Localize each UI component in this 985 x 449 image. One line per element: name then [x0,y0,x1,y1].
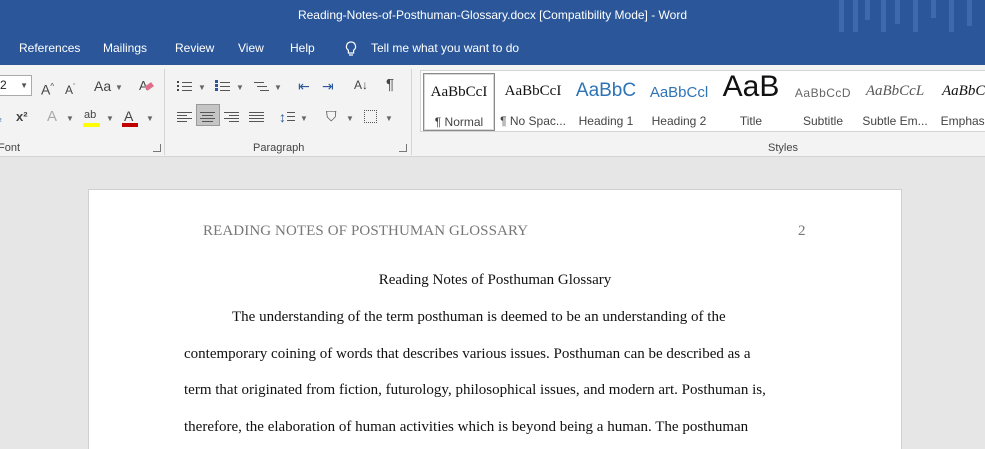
tab-mailings[interactable]: Mailings [103,41,147,55]
font-dialog-launcher[interactable] [153,144,161,152]
style-label: Subtle Em... [862,114,928,128]
document-area: READING NOTES OF POSTHUMAN GLOSSARY 2 Re… [0,157,985,449]
chevron-down-icon: ▼ [300,114,308,123]
font-size-select[interactable]: 2 ▼ [0,75,32,96]
chevron-down-icon: ▼ [115,83,123,92]
ribbon: 2 ▼ A^ Aˇ Aa ▼ A ₂ x² A ▼ ab ▼ A ▼ Font … [0,65,985,157]
sort-icon[interactable]: A↓ [354,77,368,93]
show-formatting-icon[interactable]: ¶ [386,77,394,93]
chevron-down-icon: ▼ [66,114,74,123]
paragraph-dialog-launcher[interactable] [399,144,407,152]
chevron-down-icon: ▼ [236,83,244,92]
style-label: Heading 1 [578,114,634,128]
document-page[interactable]: READING NOTES OF POSTHUMAN GLOSSARY 2 Re… [88,189,902,449]
text-effects-icon[interactable]: A [47,109,57,125]
style-preview: AaBbCc [942,83,985,99]
borders-icon[interactable] [364,110,377,123]
font-size-value: 2 [0,78,7,92]
style-preview: AaBbCcL [865,83,925,99]
tab-help[interactable]: Help [290,41,315,55]
shrink-font-icon[interactable]: Aˇ [65,80,75,98]
page-number: 2 [798,223,806,239]
title-bar: Reading-Notes-of-Posthuman-Glossary.docx… [0,0,985,32]
chevron-down-icon: ▼ [106,114,114,123]
clear-formatting-icon[interactable]: A [138,77,154,93]
group-separator [164,69,165,155]
grow-font-icon[interactable]: A^ [41,79,54,98]
group-separator [411,69,412,155]
paragraph-group-label: Paragraph [253,142,305,154]
line-spacing-icon[interactable]: ↕ [279,109,286,125]
style-preview: AaBbCcl [649,84,709,101]
body-line: The understanding of the term posthuman … [232,309,726,325]
style-normal[interactable]: AaBbCcI ¶ Normal [423,73,495,131]
bullets-icon[interactable] [177,80,192,92]
chevron-down-icon: ▼ [20,81,28,90]
style-preview: AaBbCcI [504,83,562,99]
shading-icon[interactable]: ⛉ [326,108,337,124]
style-label: Subtitle [802,114,844,128]
chevron-down-icon: ▼ [385,114,393,123]
tab-view[interactable]: View [238,41,264,55]
highlight-icon[interactable]: ab [84,107,96,123]
style-label: Title [739,114,763,128]
style-emphasis[interactable]: AaBbCc Emphasis [931,73,985,131]
style-subtle-emphasis[interactable]: AaBbCcL Subtle Em... [859,73,931,131]
superscript-icon[interactable]: x² [16,109,28,125]
style-label: Heading 2 [651,114,707,128]
style-preview: AaBbC [575,80,637,101]
chevron-down-icon: ▼ [274,83,282,92]
font-color-bar [122,123,138,127]
lightbulb-icon [345,41,357,56]
chevron-down-icon: ▼ [146,114,154,123]
font-group-label: Font [0,142,21,154]
style-label: ¶ No Spac... [500,114,566,128]
style-preview: AaBbCcD [794,86,852,100]
style-no-spacing[interactable]: AaBbCcI ¶ No Spac... [497,73,569,131]
align-left-icon[interactable] [177,111,192,123]
body-line: therefore, the elaboration of human acti… [184,419,749,435]
style-preview: AaBbCcI [430,84,488,100]
multilevel-list-icon[interactable] [254,80,269,92]
style-title[interactable]: AaB Title [715,70,787,131]
ribbon-tabs: References Mailings Review View Help Tel… [0,32,985,65]
align-right-icon[interactable] [224,111,239,123]
style-label: ¶ Normal [434,115,484,129]
highlight-color-bar [83,123,100,127]
body-line: contemporary coining of words that descr… [184,346,751,362]
style-preview: AaB [722,70,780,103]
justify-icon[interactable] [249,111,264,123]
styles-gallery: AaBbCcI ¶ Normal AaBbCcI ¶ No Spac... Aa… [420,70,985,132]
decrease-indent-icon[interactable]: ⇤ [298,78,310,94]
chevron-down-icon: ▼ [198,83,206,92]
tell-me-search[interactable]: Tell me what you want to do [371,41,519,55]
styles-group-label: Styles [768,142,798,154]
numbering-icon[interactable] [215,80,230,92]
change-case-icon[interactable]: Aa [94,78,111,94]
style-subtitle[interactable]: AaBbCcD Subtitle [787,73,859,131]
subscript-icon[interactable]: ₂ [0,111,2,127]
running-header: READING NOTES OF POSTHUMAN GLOSSARY [203,223,529,239]
document-title: Reading Notes of Posthuman Glossary [378,272,612,288]
title-bar-pattern [835,0,985,32]
style-heading-2[interactable]: AaBbCcl Heading 2 [643,73,715,131]
tab-review[interactable]: Review [175,41,214,55]
font-color-icon[interactable]: A [124,108,133,124]
style-heading-1[interactable]: AaBbC Heading 1 [570,73,642,131]
tab-references[interactable]: References [19,41,80,55]
chevron-down-icon: ▼ [346,114,354,123]
align-center-icon [200,111,215,123]
increase-indent-icon[interactable]: ⇥ [322,78,334,94]
body-line: term that originated from fiction, futur… [184,382,766,398]
style-label: Emphasis [940,114,985,128]
